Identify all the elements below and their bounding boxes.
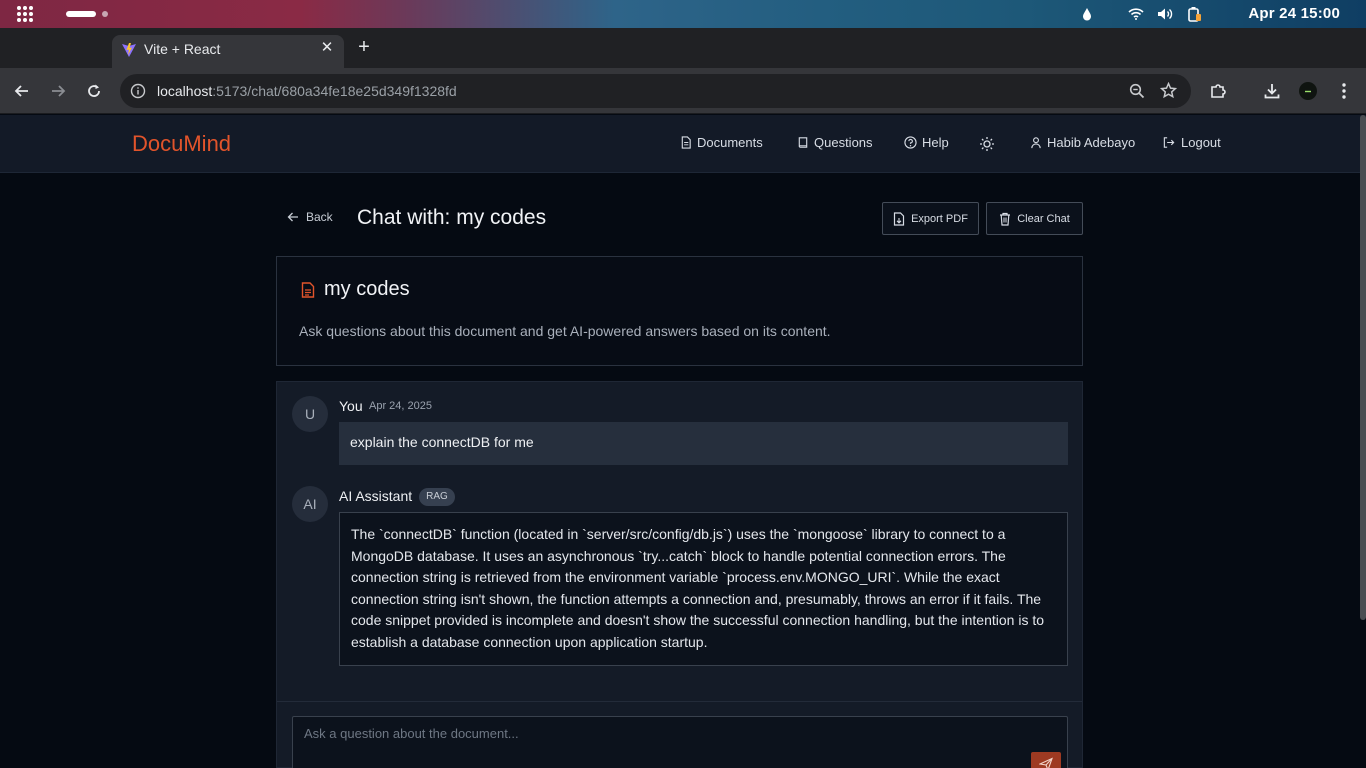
wifi-icon[interactable] <box>1127 5 1145 23</box>
url-host: localhost <box>157 83 213 99</box>
site-info-icon[interactable] <box>130 83 146 104</box>
input-divider <box>277 701 1082 702</box>
reload-icon[interactable] <box>83 80 105 102</box>
address-bar[interactable]: localhost:5173/chat/680a34fe18e25d349f13… <box>120 74 1191 108</box>
document-description: Ask questions about this document and ge… <box>299 323 831 339</box>
browser-menu-icon[interactable] <box>1333 80 1355 102</box>
page-title: Chat with: my codes <box>357 206 547 229</box>
zoom-icon[interactable] <box>1129 83 1145 104</box>
file-download-icon <box>893 211 905 226</box>
book-icon <box>798 137 808 148</box>
logout-button[interactable]: Logout <box>1162 135 1221 150</box>
logout-icon <box>1163 137 1175 148</box>
tab-vite-react[interactable]: Vite + React ✕ <box>112 35 344 68</box>
back-button[interactable]: Back <box>286 210 333 224</box>
user-message-bubble: explain the connectDB for me <box>339 422 1068 465</box>
ai-message-bubble: The `connectDB` function (located in `se… <box>339 512 1068 666</box>
new-tab-icon[interactable]: + <box>354 37 374 57</box>
battery-icon[interactable] <box>1185 5 1203 23</box>
extensions-puzzle-icon[interactable] <box>1207 80 1229 102</box>
help-circle-icon <box>904 136 917 149</box>
ai-avatar: AI <box>292 486 328 522</box>
clear-chat-button[interactable]: Clear Chat <box>986 202 1083 235</box>
chat-panel: U You Apr 24, 2025 explain the connectDB… <box>276 381 1083 768</box>
theme-toggle-sun-icon[interactable] <box>979 136 995 152</box>
workspace-indicator[interactable] <box>102 11 108 17</box>
message-author: You <box>339 398 363 414</box>
user-avatar: U <box>292 396 328 432</box>
nav-user-profile[interactable]: Habib Adebayo <box>1030 135 1135 150</box>
nav-help[interactable]: Help <box>904 135 949 150</box>
logout-label: Logout <box>1181 135 1221 150</box>
trash-icon <box>1000 212 1011 226</box>
bookmark-star-icon[interactable] <box>1159 81 1178 104</box>
volume-icon[interactable] <box>1156 5 1174 23</box>
url-path: :5173/chat/680a34fe18e25d349f1328fd <box>212 83 457 99</box>
url-text[interactable]: localhost:5173/chat/680a34fe18e25d349f13… <box>157 83 457 99</box>
tab-title: Vite + React <box>144 41 221 57</box>
browser-toolbar: localhost:5173/chat/680a34fe18e25d349f13… <box>0 68 1366 114</box>
file-text-icon <box>301 282 315 298</box>
send-icon <box>1039 757 1053 768</box>
nav-questions[interactable]: Questions <box>797 135 873 150</box>
document-name: my codes <box>324 278 410 300</box>
os-top-bar: Apr 24 15:00 <box>0 0 1366 28</box>
export-pdf-button[interactable]: Export PDF <box>882 202 979 235</box>
document-icon <box>681 136 691 149</box>
app-logo[interactable]: DocuMind <box>132 131 231 157</box>
arrow-left-icon <box>287 212 298 222</box>
page-scrollbar[interactable] <box>1360 115 1366 620</box>
nav-help-label: Help <box>922 135 949 150</box>
nav-questions-label: Questions <box>814 135 873 150</box>
user-name: Habib Adebayo <box>1047 135 1136 150</box>
system-clock[interactable]: Apr 24 15:00 <box>1248 5 1340 22</box>
forward-arrow-icon[interactable] <box>47 80 69 102</box>
workspace-indicator-active[interactable] <box>66 11 96 17</box>
downloads-icon[interactable] <box>1261 80 1283 102</box>
question-input[interactable] <box>292 716 1068 768</box>
message-author: AI Assistant <box>339 488 413 504</box>
close-tab-icon[interactable]: ✕ <box>318 39 336 57</box>
water-drop-icon[interactable] <box>1078 5 1096 23</box>
back-arrow-icon[interactable] <box>11 80 33 102</box>
app-grid-icon[interactable] <box>17 6 33 22</box>
back-label: Back <box>306 210 333 224</box>
send-button[interactable] <box>1031 752 1061 768</box>
app-header: DocuMind Documents Questions Help Habib … <box>0 115 1366 173</box>
clear-chat-label: Clear Chat <box>1017 212 1070 225</box>
document-info-card: my codes Ask questions about this docume… <box>276 256 1083 366</box>
vite-logo-icon <box>121 42 137 63</box>
nav-documents[interactable]: Documents <box>680 135 763 150</box>
user-icon <box>1031 137 1041 149</box>
export-pdf-label: Export PDF <box>911 212 968 225</box>
rag-badge: RAG <box>419 488 455 506</box>
nav-documents-label: Documents <box>697 135 763 150</box>
message-date: Apr 24, 2025 <box>369 400 432 412</box>
profile-avatar-icon[interactable] <box>1297 80 1319 102</box>
